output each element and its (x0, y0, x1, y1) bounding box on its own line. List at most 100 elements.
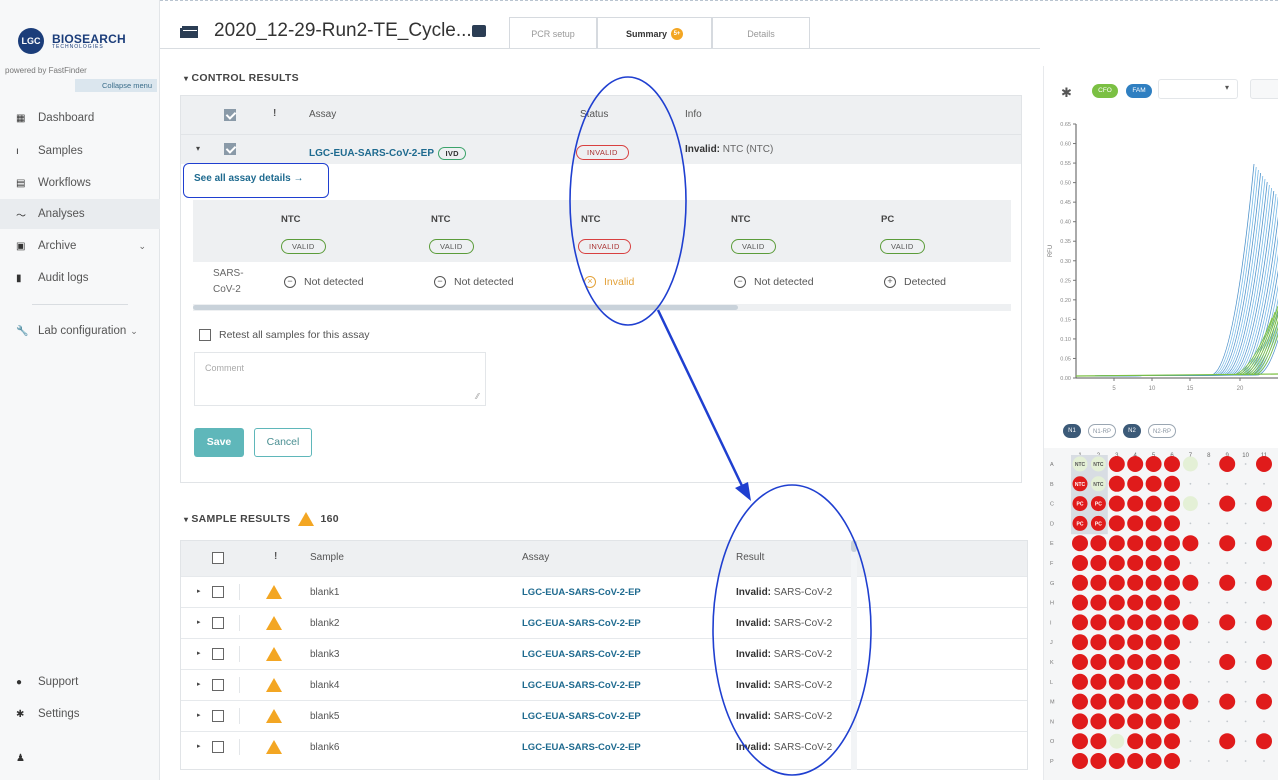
well-plate[interactable]: 1234567891011ANTCNTCBNTCNTCCPCPCDPCPCEFG… (1044, 448, 1278, 780)
well (1145, 733, 1162, 750)
resize-handle-icon[interactable]: ⁄⁄ (476, 392, 479, 401)
well (1164, 753, 1180, 769)
control-row[interactable]: ▾ LGC-EUA-SARS-CoV-2-EP IVD INVALID Inva… (181, 134, 1021, 164)
well (1145, 693, 1162, 710)
row-checkbox[interactable] (212, 617, 224, 629)
amplification-plot[interactable]: 0.65 0.60 0.55 0.50 0.45 0.40 0.35 0.30 0.25 0.20… (1044, 114, 1278, 414)
sidebar-item-audit-logs[interactable]: ▮ Audit logs (0, 263, 160, 293)
sample-header[interactable]: Sample (310, 552, 344, 563)
table-row[interactable]: ▸ blank6 LGC-EUA-SARS-CoV-2-EP Invalid: … (181, 731, 1027, 762)
sidebar-item-samples[interactable]: ı Samples (0, 136, 160, 166)
assay-link[interactable]: LGC-EUA-SARS-CoV-2-EP (522, 711, 641, 722)
scrollbar-thumb[interactable] (193, 305, 738, 310)
control-results-title[interactable]: ▾ CONTROL RESULTS (184, 72, 299, 84)
assay-link[interactable]: LGC-EUA-SARS-CoV-2-EP (309, 148, 434, 159)
gear-icon[interactable]: ✱ (1061, 85, 1072, 101)
table-row[interactable]: ▸ blank1 LGC-EUA-SARS-CoV-2-EP Invalid: … (181, 576, 1027, 607)
logo[interactable]: LGC BIOSEARCH TECHNOLOGIES (18, 28, 126, 54)
row-checkbox[interactable] (212, 586, 224, 598)
plate-column-label: 10 (1242, 453, 1249, 459)
pointer-tool-button[interactable] (1250, 79, 1278, 99)
well (1164, 475, 1180, 492)
comment-textarea[interactable]: Comment ⁄⁄ (194, 352, 486, 406)
table-row[interactable]: ▸ blank4 LGC-EUA-SARS-CoV-2-EP Invalid: … (181, 669, 1027, 700)
channel-chip-fam[interactable]: FAM (1126, 84, 1152, 98)
app-root: LGC BIOSEARCH TECHNOLOGIES powered by Fa… (0, 0, 1278, 780)
result-header[interactable]: Result (736, 552, 764, 563)
scrollbar-thumb[interactable] (851, 540, 857, 552)
horizontal-scrollbar[interactable] (193, 304, 1011, 311)
channel-dropdown[interactable]: ▾ (1158, 79, 1238, 99)
channel-chip-cfo[interactable]: CFO (1092, 84, 1118, 98)
well-empty (1189, 641, 1192, 644)
row-checkbox[interactable] (212, 679, 224, 691)
caret-right-icon[interactable]: ▸ (197, 742, 201, 750)
assay-link[interactable]: LGC-EUA-SARS-CoV-2-EP (522, 742, 641, 753)
chip-n1[interactable]: N1 (1063, 424, 1081, 438)
table-row[interactable]: ▸ blank3 LGC-EUA-SARS-CoV-2-EP Invalid: … (181, 638, 1027, 669)
comment-icon[interactable] (472, 25, 486, 37)
sidebar-item-workflows[interactable]: ▤ Workflows (0, 168, 160, 198)
retest-option[interactable]: Retest all samples for this assay (199, 329, 370, 341)
user-avatar[interactable]: ♟ (0, 743, 160, 773)
assay-link[interactable]: LGC-EUA-SARS-CoV-2-EP (522, 680, 641, 691)
collapse-menu-button[interactable]: Collapse menu (75, 79, 157, 92)
sample-results-title[interactable]: ▾ SAMPLE RESULTS 160 (184, 512, 339, 526)
well-empty (1189, 661, 1192, 663)
tab-pcr-setup[interactable]: PCR setup (509, 17, 597, 49)
sidebar-item-analyses[interactable]: 〜 Analyses (0, 199, 160, 229)
chip-n1-rp[interactable]: N1-RP (1088, 424, 1116, 438)
see-all-assay-details-link[interactable]: See all assay details → (183, 163, 329, 198)
row-checkbox[interactable] (212, 710, 224, 722)
sidebar-item-support[interactable]: ● Support (0, 667, 160, 697)
row-checkbox[interactable] (212, 741, 224, 753)
y-tick-label: 0.25 (1060, 278, 1071, 284)
caret-right-icon[interactable]: ▸ (197, 680, 201, 688)
assay-header[interactable]: Assay (309, 109, 336, 120)
well (1108, 495, 1125, 512)
chip-n2[interactable]: N2 (1123, 424, 1141, 438)
caret-right-icon[interactable]: ▸ (197, 618, 201, 626)
table-row[interactable]: ▸ blank5 LGC-EUA-SARS-CoV-2-EP Invalid: … (181, 700, 1027, 731)
control-assay[interactable]: LGC-EUA-SARS-CoV-2-EP IVD (309, 143, 466, 161)
select-all-checkbox[interactable] (212, 552, 224, 564)
sidebar-item-settings[interactable]: ✱ Settings (0, 699, 160, 729)
tab-summary[interactable]: Summary 5+ (597, 17, 712, 49)
sidebar-item-archive[interactable]: ▣ Archive ⌄ (0, 231, 160, 261)
assay-link[interactable]: LGC-EUA-SARS-CoV-2-EP (522, 587, 641, 598)
table-row[interactable]: ▸ blank2 LGC-EUA-SARS-CoV-2-EP Invalid: … (181, 607, 1027, 638)
caret-right-icon[interactable]: ▸ (197, 587, 201, 595)
y-tick-label: 0.05 (1060, 356, 1071, 362)
row-checkbox[interactable] (224, 143, 236, 155)
well (1072, 555, 1088, 571)
row-checkbox[interactable] (212, 648, 224, 660)
assay-link[interactable]: LGC-EUA-SARS-CoV-2-EP (522, 618, 641, 629)
caret-right-icon[interactable]: ▸ (197, 649, 201, 657)
well (1108, 475, 1125, 492)
info-header[interactable]: Info (685, 109, 702, 120)
cancel-button[interactable]: Cancel (254, 428, 312, 457)
caret-down-icon[interactable]: ▾ (196, 144, 200, 153)
select-all-checkbox[interactable] (224, 109, 236, 121)
column-status: VALID (880, 236, 925, 254)
vertical-scrollbar[interactable] (851, 540, 857, 770)
caret-right-icon[interactable]: ▸ (197, 711, 201, 719)
y-tick-label: 0.35 (1060, 239, 1071, 245)
well (1090, 713, 1107, 730)
well (1219, 456, 1236, 472)
save-button[interactable]: Save (194, 428, 244, 457)
well (1145, 495, 1162, 512)
chip-n2-rp[interactable]: N2-RP (1148, 424, 1176, 438)
assay-link[interactable]: LGC-EUA-SARS-CoV-2-EP (522, 649, 641, 660)
assay-header[interactable]: Assay (522, 552, 549, 563)
well-empty (1207, 680, 1210, 683)
result-text: Detected (904, 276, 947, 288)
sidebar-item-dashboard[interactable]: ▦ Dashboard (0, 103, 160, 133)
status-header[interactable]: Status (580, 109, 608, 120)
tab-details[interactable]: Details (712, 17, 810, 49)
well (1219, 654, 1236, 670)
warning-icon (298, 512, 315, 526)
retest-checkbox[interactable] (199, 329, 211, 341)
well (1108, 753, 1125, 769)
sidebar-item-lab-configuration[interactable]: 🔧 Lab configuration ⌄ (0, 316, 160, 346)
